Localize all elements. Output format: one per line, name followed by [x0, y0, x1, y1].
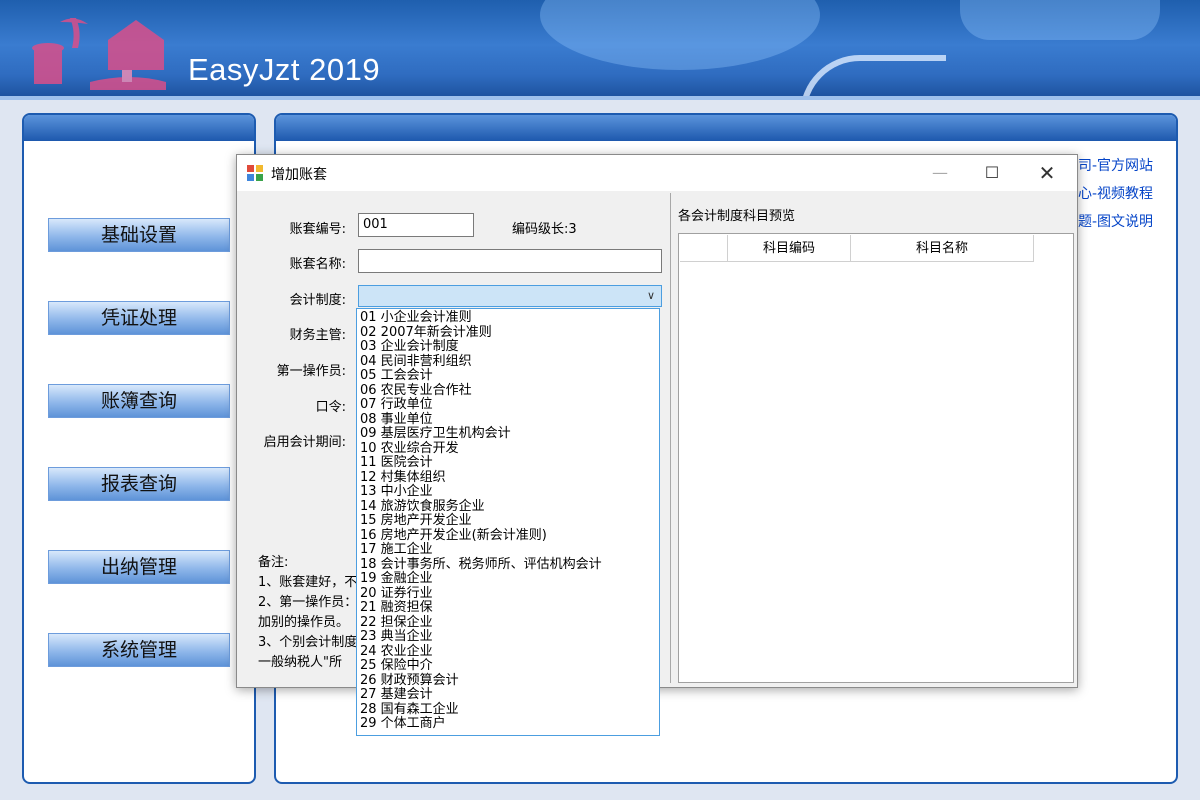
finance-manager-label: 财务主管: [289, 328, 346, 343]
start-period-label: 启用会计期间: [263, 435, 346, 450]
account-name-label: 账套名称: [289, 257, 346, 272]
dropdown-option[interactable]: 18 会计事务所、税务师所、评估机构会计 [360, 557, 602, 572]
app-window-icon [247, 165, 263, 181]
notes-line: 加别的操作员。 [258, 615, 350, 630]
panel-header [276, 115, 1176, 141]
subject-preview-grid[interactable]: 科目编码 科目名称 [678, 233, 1074, 683]
app-logo-icon [32, 18, 166, 90]
dropdown-option[interactable]: 28 国有森工企业 [360, 702, 459, 717]
dropdown-option[interactable]: 22 担保企业 [360, 615, 433, 630]
nav-basic-settings-button[interactable]: 基础设置 [48, 218, 230, 252]
nav-report-query-button[interactable]: 报表查询 [48, 467, 230, 501]
account-name-input[interactable] [358, 249, 662, 273]
code-length-label: 编码级长:3 [512, 222, 577, 237]
accounting-system-dropdown-list[interactable]: 01 小企业会计准则 02 2007年新会计准则 03 企业会计制度 04 民间… [356, 308, 660, 736]
panel-header [24, 115, 254, 141]
banner-decoration [540, 0, 820, 70]
dropdown-option[interactable]: 27 基建会计 [360, 688, 433, 702]
subject-preview-pane: 各会计制度科目预览 科目编码 科目名称 [676, 193, 1074, 683]
dropdown-option[interactable]: 20 证券行业 [360, 586, 433, 601]
notes-heading: 备注: [258, 555, 289, 570]
account-code-input[interactable]: 001 [358, 213, 474, 237]
dropdown-option[interactable]: 12 村集体组织 [360, 470, 446, 485]
dropdown-option[interactable]: 25 保险中介 [360, 659, 433, 673]
dropdown-option[interactable]: 02 2007年新会计准则 [360, 325, 492, 340]
first-operator-label: 第一操作员: [276, 364, 346, 379]
dropdown-option[interactable]: 14 旅游饮食服务企业 [360, 499, 485, 514]
dropdown-option[interactable]: 01 小企业会计准则 [360, 311, 472, 325]
nav-cashier-button[interactable]: 出纳管理 [48, 550, 230, 584]
accounting-system-select[interactable]: ∨ [358, 285, 662, 307]
navigation-panel: 基础设置 凭证处理 账簿查询 报表查询 出纳管理 系统管理 [22, 113, 256, 784]
dropdown-option[interactable]: 26 财政预算会计 [360, 673, 459, 688]
dropdown-option[interactable]: 11 医院会计 [360, 456, 433, 470]
accounting-system-label: 会计制度: [289, 293, 346, 308]
dropdown-option[interactable]: 15 房地产开发企业 [360, 514, 472, 528]
dropdown-option[interactable]: 29 个体工商户 [360, 717, 446, 731]
grid-header-subject-name[interactable]: 科目名称 [851, 235, 1034, 262]
notes-line: 一般纳税人"所 [258, 655, 342, 670]
minimize-button[interactable]: — [917, 155, 963, 191]
banner-decoration [800, 55, 946, 100]
banner-decoration [960, 0, 1160, 40]
dropdown-option[interactable]: 09 基层医疗卫生机构会计 [360, 427, 511, 441]
app-banner: EasyJzt 2019 [0, 0, 1200, 100]
dropdown-option[interactable]: 16 房地产开发企业(新会计准则) [360, 528, 547, 543]
chevron-down-icon: ∨ [646, 289, 655, 302]
dropdown-option[interactable]: 24 农业企业 [360, 644, 433, 659]
dropdown-option[interactable]: 13 中小企业 [360, 485, 433, 499]
grid-header-subject-code[interactable]: 科目编码 [728, 235, 851, 262]
dropdown-option[interactable]: 08 事业单位 [360, 412, 433, 427]
nav-ledger-query-button[interactable]: 账簿查询 [48, 384, 230, 418]
account-code-label: 账套编号: [289, 222, 346, 237]
password-label: 口令: [315, 400, 346, 415]
nav-system-button[interactable]: 系统管理 [48, 633, 230, 667]
dropdown-option[interactable]: 10 农业综合开发 [360, 441, 459, 456]
notes-line: 3、个别会计制度 [258, 635, 358, 650]
grid-header-selector[interactable] [680, 235, 728, 262]
dialog-title: 增加账套 [271, 167, 327, 183]
notes-line: 2、第一操作员： [258, 595, 358, 610]
notes-line: 1、账套建好，不 [258, 575, 358, 590]
dropdown-option[interactable]: 17 施工企业 [360, 543, 433, 557]
app-title: EasyJzt 2019 [188, 52, 381, 87]
dropdown-option[interactable]: 19 金融企业 [360, 572, 433, 586]
close-button[interactable]: ✕ [1024, 155, 1070, 191]
banner-divider [0, 96, 1200, 100]
maximize-button[interactable]: ☐ [969, 155, 1015, 191]
dropdown-option[interactable]: 05 工会会计 [360, 369, 433, 383]
dropdown-option[interactable]: 07 行政单位 [360, 398, 433, 412]
nav-voucher-button[interactable]: 凭证处理 [48, 301, 230, 335]
preview-caption: 各会计制度科目预览 [678, 209, 796, 224]
dropdown-option[interactable]: 03 企业会计制度 [360, 340, 459, 354]
dropdown-option[interactable]: 04 民间非营利组织 [360, 354, 472, 369]
dialog-titlebar[interactable]: 增加账套 — ☐ ✕ [237, 155, 1077, 191]
dropdown-option[interactable]: 23 典当企业 [360, 630, 433, 644]
dropdown-option[interactable]: 06 农民专业合作社 [360, 383, 472, 398]
dropdown-option[interactable]: 21 融资担保 [360, 601, 433, 615]
